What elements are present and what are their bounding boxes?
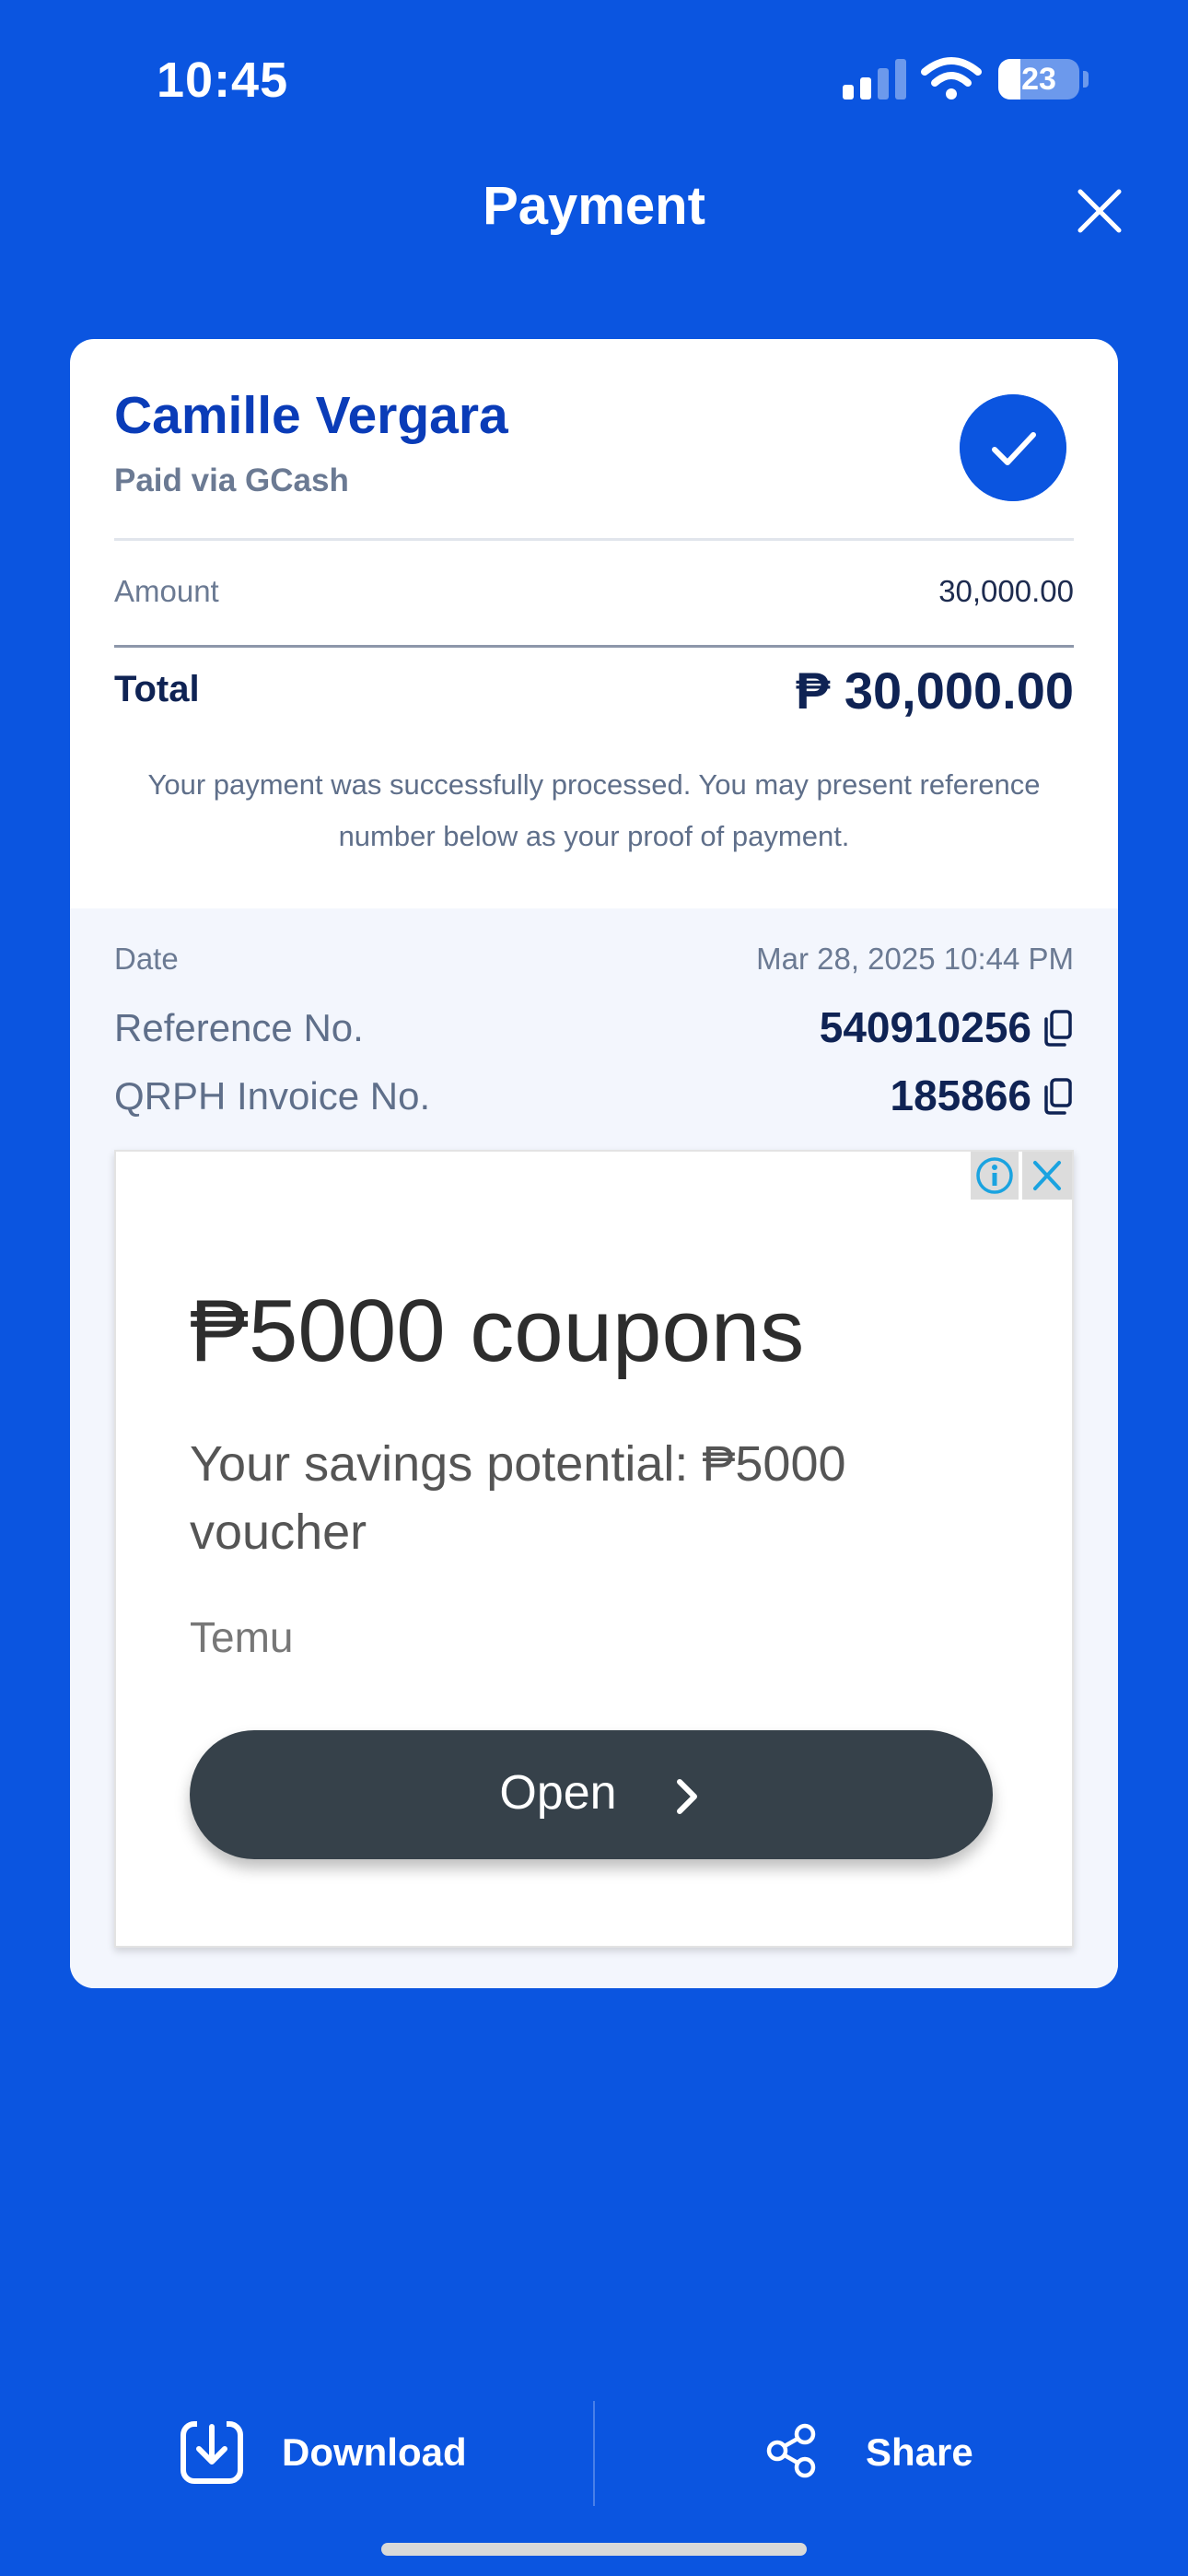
share-button[interactable]: Share — [766, 2419, 996, 2488]
home-indicator — [381, 2543, 807, 2556]
share-icon — [766, 2423, 816, 2478]
copy-icon[interactable] — [1042, 1078, 1074, 1115]
divider — [114, 538, 1074, 541]
battery-level: 23 — [1021, 62, 1056, 97]
wifi-icon — [921, 57, 982, 100]
status-time: 10:45 — [157, 53, 289, 108]
download-icon — [181, 2419, 243, 2484]
invoice-value: 185866 — [890, 1071, 1032, 1119]
share-label: Share — [866, 2430, 973, 2474]
payee-name: Camille Vergara — [114, 386, 508, 445]
copy-icon[interactable] — [1042, 1010, 1074, 1047]
download-button[interactable]: Download — [179, 2419, 483, 2488]
page-title: Payment — [483, 176, 705, 236]
amount-value: 30,000.00 — [938, 574, 1074, 608]
download-label: Download — [282, 2430, 467, 2474]
ad-banner[interactable]: ₱5000 coupons Your savings potential: ₱5… — [114, 1150, 1074, 1948]
reference-label: Reference No. — [114, 1006, 364, 1049]
ad-subtitle: Your savings potential: ₱5000 voucher — [190, 1436, 846, 1560]
ad-brand: Temu — [190, 1613, 294, 1661]
close-icon[interactable] — [1071, 182, 1128, 240]
ad-close-icon[interactable] — [1022, 1152, 1072, 1200]
date-label: Date — [114, 942, 179, 976]
battery-icon: 23 — [998, 59, 1079, 100]
chevron-right-icon — [677, 1779, 697, 1814]
total-label: Total — [114, 669, 200, 709]
ad-open-button[interactable]: Open — [190, 1730, 993, 1859]
reference-value: 540910256 — [819, 1003, 1031, 1051]
amount-label: Amount — [114, 574, 219, 608]
status-bar: 10:45 23 — [0, 0, 1188, 157]
total-value: ₱ 30,000.00 — [795, 662, 1074, 720]
date-value: Mar 28, 2025 10:44 PM — [756, 942, 1074, 976]
divider — [114, 645, 1074, 648]
cellular-signal-icon — [843, 59, 907, 100]
receipt-card: Camille Vergara Paid via GCash Amount 30… — [70, 339, 1118, 1988]
success-message: Your payment was successfully processed.… — [147, 768, 1041, 852]
ad-info-icon[interactable] — [971, 1152, 1019, 1200]
payment-method: Paid via GCash — [114, 463, 349, 498]
bottom-divider — [593, 2401, 595, 2506]
ad-title: ₱5000 coupons — [190, 1282, 805, 1380]
invoice-label: QRPH Invoice No. — [114, 1074, 431, 1118]
battery-tip — [1083, 71, 1089, 88]
ad-open-label: Open — [499, 1766, 617, 1820]
ad-badges — [971, 1152, 1072, 1200]
check-icon — [960, 394, 1066, 501]
